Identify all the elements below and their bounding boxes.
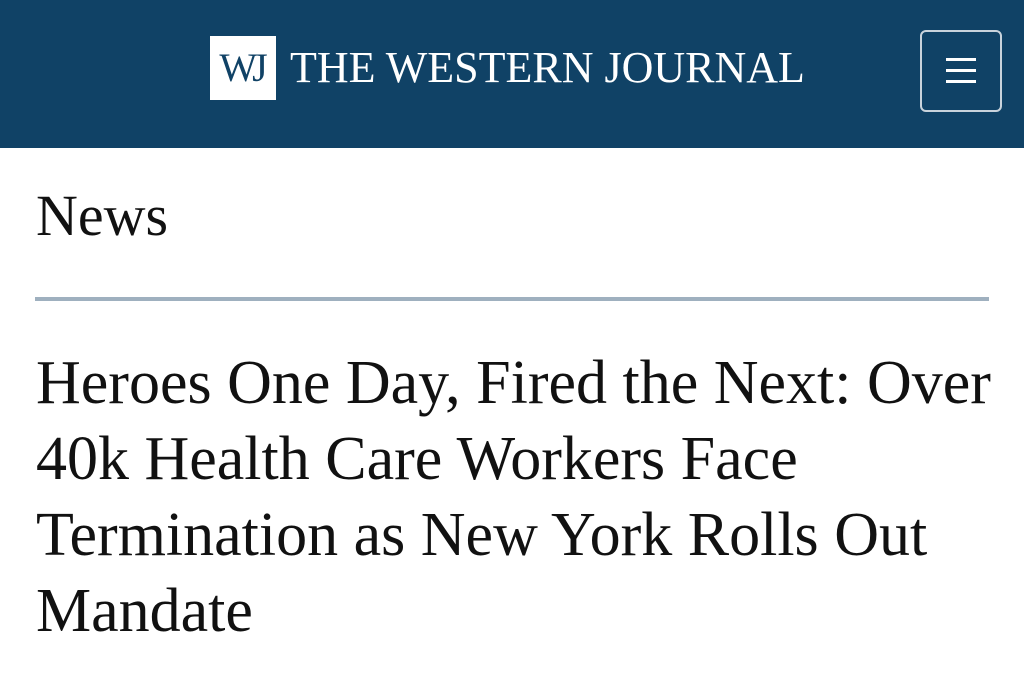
hamburger-menu-icon — [946, 58, 976, 84]
site-name: THE WESTERN JOURNAL — [290, 43, 805, 92]
divider — [35, 297, 989, 301]
article-headline: Heroes One Day, Fired the Next: Over 40k… — [36, 349, 991, 645]
logo-mark: WJ — [210, 36, 276, 100]
site-logo[interactable]: WJ THE WESTERN JOURNAL — [210, 36, 805, 100]
section-label[interactable]: News — [36, 180, 168, 252]
site-header: WJ THE WESTERN JOURNAL — [0, 0, 1024, 148]
menu-button[interactable] — [920, 30, 1002, 112]
